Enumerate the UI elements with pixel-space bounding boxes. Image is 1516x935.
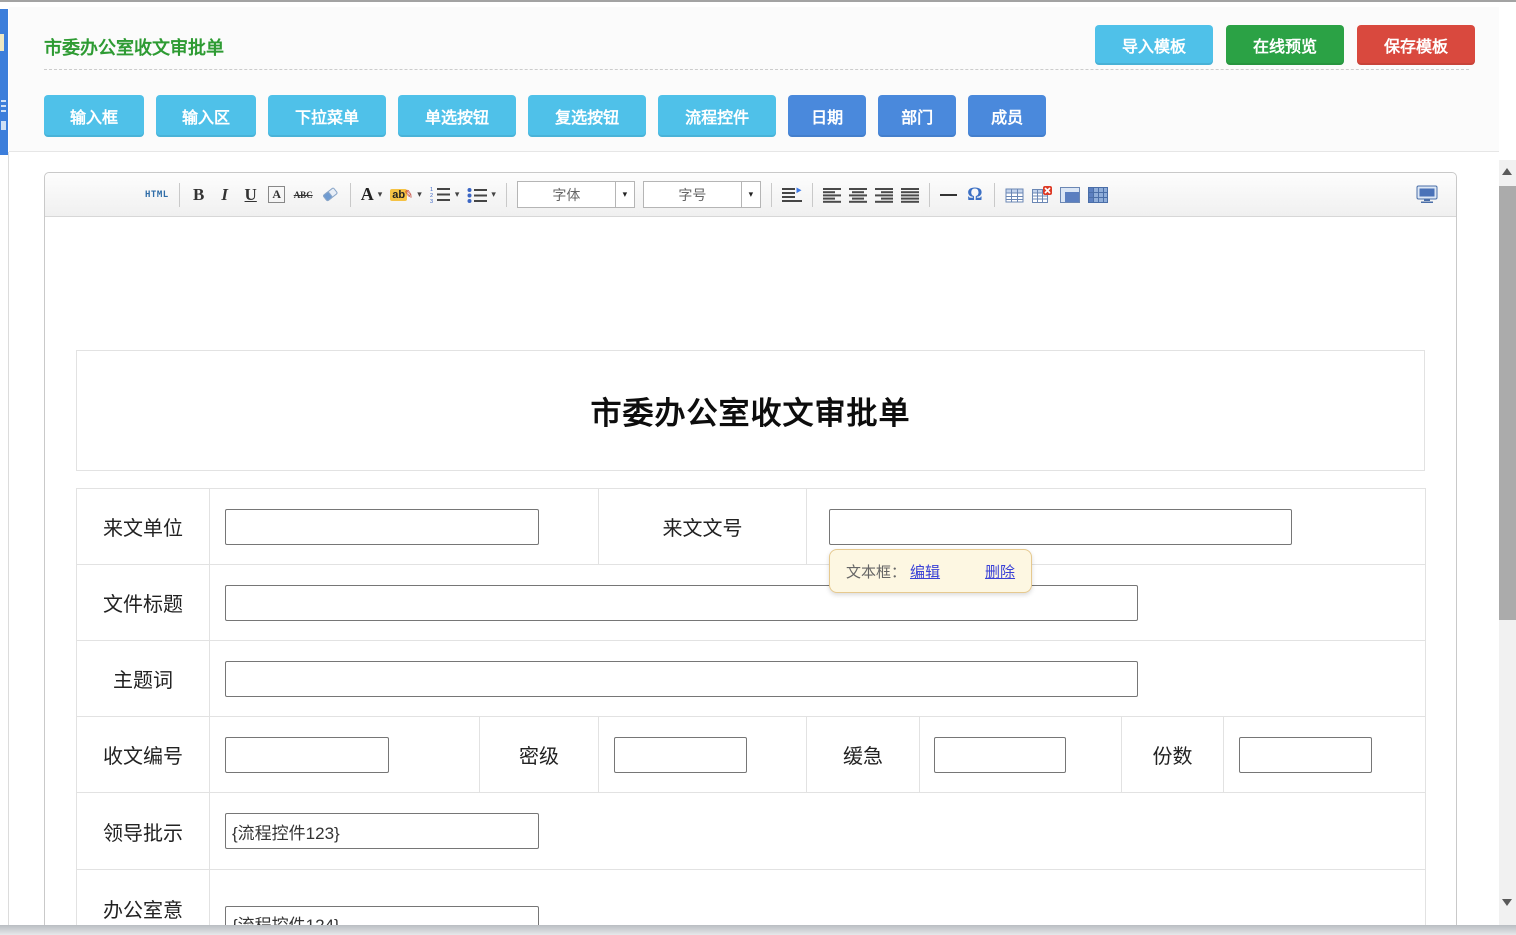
widget-date-button[interactable]: 日期 (788, 95, 866, 137)
align-left-icon[interactable] (820, 181, 844, 209)
sidebar-strip-mark (1, 105, 6, 107)
font-family-select[interactable]: 字体 ▾ (517, 181, 635, 208)
label-subject-words: 主题词 (77, 641, 210, 717)
import-template-button[interactable]: 导入模板 (1095, 25, 1213, 65)
boxed-a-icon[interactable]: A (265, 181, 289, 209)
svg-text:3: 3 (430, 199, 433, 203)
sidebar-strip-mark (1, 110, 6, 112)
editor-toolbar: HTML B I U A ABC A▾ ab✎▾ 123 ▾ ▾ 字体 ▾ 字号… (45, 173, 1456, 217)
save-template-button[interactable]: 保存模板 (1357, 25, 1475, 65)
bold-icon[interactable]: B (187, 181, 211, 209)
copies-input[interactable] (1239, 737, 1372, 773)
scroll-down-icon[interactable] (1502, 899, 1512, 906)
toolbar-separator (929, 183, 930, 207)
font-size-select[interactable]: 字号 ▾ (643, 181, 761, 208)
widget-input-area-button[interactable]: 输入区 (156, 95, 256, 137)
sidebar-strip-accent (0, 34, 4, 51)
header-dashed-divider (44, 69, 1469, 70)
align-center-icon[interactable] (846, 181, 870, 209)
collapsed-sidebar-strip[interactable] (0, 9, 8, 155)
merge-cells-icon[interactable] (1057, 181, 1083, 209)
leader-comments-input[interactable] (225, 813, 539, 849)
control-tooltip: 文本框： 编辑 删除 (829, 549, 1032, 593)
label-receipt-no: 收文编号 (77, 717, 210, 793)
widget-dropdown-button[interactable]: 下拉菜单 (268, 95, 386, 137)
source-code-icon[interactable]: HTML (142, 181, 172, 209)
label-secrecy-level: 密级 (480, 717, 599, 793)
window-bottom-edge (0, 925, 1516, 935)
vertical-scrollbar[interactable] (1499, 160, 1516, 925)
receipt-no-input[interactable] (225, 737, 389, 773)
form-title-box: 市委办公室收文审批单 (76, 350, 1425, 471)
content-left-border (8, 152, 9, 925)
subject-words-input[interactable] (225, 661, 1138, 697)
delete-control-link[interactable]: 删除 (985, 561, 1015, 582)
incoming-unit-input[interactable] (225, 509, 539, 545)
widget-member-button[interactable]: 成员 (968, 95, 1046, 137)
omega-icon[interactable]: Ω (963, 181, 987, 209)
strikethrough-icon[interactable]: ABC (291, 181, 316, 209)
toolbar-separator (812, 183, 813, 207)
widget-checkbox-button[interactable]: 复选按钮 (528, 95, 646, 137)
page-title: 市委办公室收文审批单 (44, 34, 224, 60)
toolbar-separator (994, 183, 995, 207)
label-incoming-unit: 来文单位 (77, 489, 210, 565)
justify-icon[interactable] (898, 181, 922, 209)
table-row: 文件标题 (77, 565, 1426, 641)
insert-table-icon[interactable] (1002, 181, 1027, 209)
widget-radio-button[interactable]: 单选按钮 (398, 95, 516, 137)
horizontal-rule-icon[interactable] (937, 181, 961, 209)
toolbar-separator (350, 183, 351, 207)
header-panel: 市委办公室收文审批单 导入模板 在线预览 保存模板 输入框 输入区 下拉菜单 单… (9, 7, 1499, 152)
table-row: 来文单位 来文文号 (77, 489, 1426, 565)
online-preview-button[interactable]: 在线预览 (1226, 25, 1344, 65)
secrecy-level-input[interactable] (614, 737, 747, 773)
form-title: 市委办公室收文审批单 (591, 388, 911, 433)
label-doc-title: 文件标题 (77, 565, 210, 641)
label-leader-comments: 领导批示 (77, 793, 210, 870)
widget-button-row: 输入框 输入区 下拉菜单 单选按钮 复选按钮 流程控件 日期 部门 成员 (44, 95, 1058, 137)
incoming-doc-no-input[interactable] (829, 509, 1292, 545)
table-row: 主题词 (77, 641, 1426, 717)
template-actions: 导入模板 在线预览 保存模板 (1082, 25, 1475, 65)
eraser-icon[interactable] (318, 181, 343, 209)
label-urgency: 缓急 (807, 717, 920, 793)
widget-department-button[interactable]: 部门 (878, 95, 956, 137)
fullscreen-icon[interactable] (1413, 181, 1441, 209)
label-incoming-doc-no: 来文文号 (599, 489, 807, 565)
form-table: 来文单位 来文文号 文件标题 主题词 收文编号 密级 缓急 份数 领导批示 (76, 488, 1426, 935)
sidebar-strip-mark (1, 100, 6, 102)
rich-text-editor: HTML B I U A ABC A▾ ab✎▾ 123 ▾ ▾ 字体 ▾ 字号… (44, 172, 1457, 930)
indent-icon[interactable] (779, 181, 805, 209)
ordered-list-icon[interactable]: 123 ▾ (427, 181, 463, 209)
delete-table-icon[interactable] (1029, 181, 1055, 209)
scrollbar-thumb[interactable] (1499, 186, 1516, 620)
italic-icon[interactable]: I (213, 181, 237, 209)
font-color-icon[interactable]: A▾ (358, 181, 386, 209)
toolbar-separator (771, 183, 772, 207)
toolbar-separator (506, 183, 507, 207)
window-top-edge (0, 0, 1516, 2)
scroll-up-icon[interactable] (1502, 168, 1512, 175)
font-size-caret-icon[interactable]: ▾ (741, 182, 760, 207)
table-row: 领导批示 (77, 793, 1426, 870)
tooltip-label: 文本框： (846, 561, 906, 582)
unordered-list-icon[interactable]: ▾ (464, 181, 499, 209)
table-properties-icon[interactable] (1085, 181, 1111, 209)
edit-control-link[interactable]: 编辑 (910, 561, 940, 582)
underline-icon[interactable]: U (239, 181, 263, 209)
widget-input-box-button[interactable]: 输入框 (44, 95, 144, 137)
table-row: 收文编号 密级 缓急 份数 (77, 717, 1426, 793)
sidebar-strip-mark (1, 121, 6, 130)
widget-flow-control-button[interactable]: 流程控件 (658, 95, 776, 137)
urgency-input[interactable] (934, 737, 1066, 773)
toolbar-separator (179, 183, 180, 207)
label-copies: 份数 (1122, 717, 1224, 793)
font-family-caret-icon[interactable]: ▾ (615, 182, 634, 207)
align-right-icon[interactable] (872, 181, 896, 209)
highlight-color-icon[interactable]: ab✎▾ (387, 181, 425, 209)
